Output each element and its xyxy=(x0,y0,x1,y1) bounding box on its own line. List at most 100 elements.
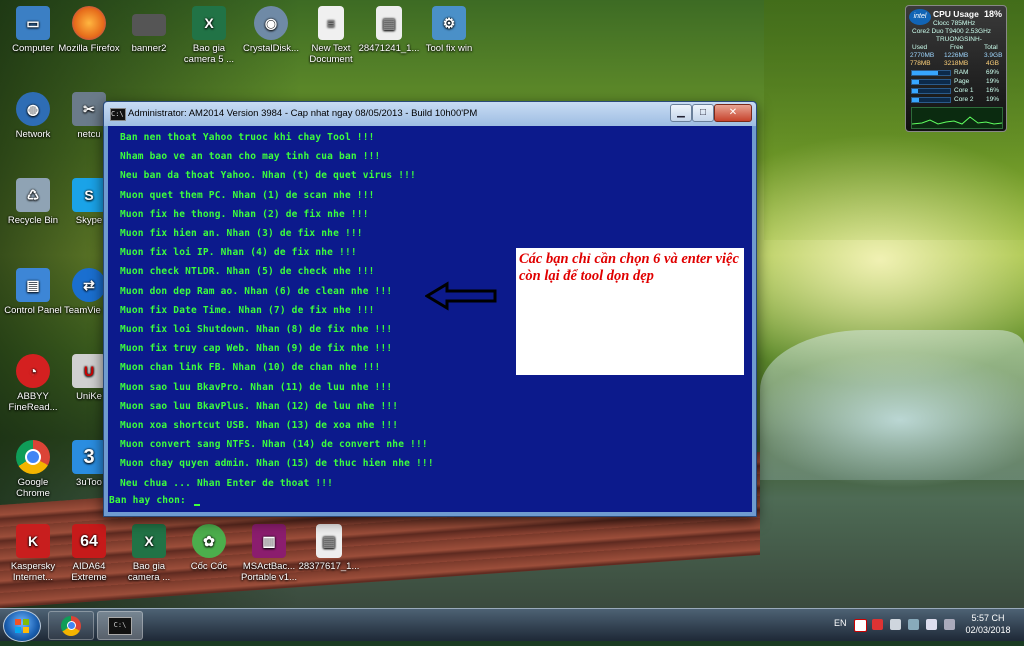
cpu-usage-gadget[interactable]: intel CPU Usage 18% Clocc 785MHz Core2 D… xyxy=(905,5,1007,132)
computer-icon: ▭ xyxy=(16,6,50,40)
firefox-icon xyxy=(72,6,106,40)
taskbar-console-button[interactable]: C:\ xyxy=(97,611,143,640)
desktop-icon-bao-gia-camera-5[interactable]: X Bao gia camera 5 ... xyxy=(176,6,242,65)
desktop-icon-aida64[interactable]: 64 AIDA64 Extreme xyxy=(56,524,122,583)
icon-label: Mozilla Firefox xyxy=(58,43,120,54)
desktop-icon-bao-gia-camera[interactable]: X Bao gia camera ... xyxy=(116,524,182,583)
crystaldisk-icon: ◉ xyxy=(254,6,288,40)
console-line: Muon fix he thong. Nhan (2) de fix nhe !… xyxy=(120,208,369,220)
console-prompt-text: Ban hay chon: xyxy=(109,494,192,506)
minimize-button[interactable]: ▁ xyxy=(670,104,692,122)
network-tray-icon[interactable] xyxy=(908,619,919,630)
core2-meter-value: 19% xyxy=(986,96,1000,103)
desktop-icon-coccoc[interactable]: ✿ Cốc Cốc xyxy=(176,524,242,572)
ram-free: 1226MB xyxy=(944,52,969,59)
ram-meter xyxy=(911,70,951,76)
console-line: Muon chay quyen admin. Nhan (15) de thuc… xyxy=(120,458,434,470)
desktop-icon-tool-fix-win[interactable]: ⚙ Tool fix win xyxy=(416,6,482,54)
icon-label: Tool fix win xyxy=(425,43,473,54)
console-prompt[interactable]: Ban hay chon: xyxy=(109,495,200,506)
desktop: ▭ Computer ◍ Network ♺ Recycle Bin ▤ Con… xyxy=(0,0,1024,608)
console-line: Muon fix loi IP. Nhan (4) de fix nhe !!! xyxy=(120,247,357,259)
desktop-icon-banner2[interactable]: banner2 xyxy=(116,6,182,54)
flag-tray-icon[interactable] xyxy=(944,619,955,630)
start-button[interactable] xyxy=(3,610,41,642)
speaker-tray-icon[interactable] xyxy=(926,619,937,630)
desktop-icon-28377617[interactable]: ▦ 28377617_1... xyxy=(296,524,362,572)
clock-date: 02/03/2018 xyxy=(965,625,1011,635)
core2-meter xyxy=(911,97,951,103)
console-line: Muon xoa shortcut USB. Nhan (13) de xoa … xyxy=(120,420,399,431)
console-line: Muon convert sang NTFS. Nhan (14) de con… xyxy=(120,439,428,451)
kaspersky-icon: K xyxy=(16,524,50,558)
icon-label: New Text Document xyxy=(309,43,353,65)
console-line: Muon fix hien an. Nhan (3) de fix nhe !!… xyxy=(120,228,363,239)
network-icon: ◍ xyxy=(16,92,50,126)
chrome-icon xyxy=(16,440,50,474)
page-free: 3218MB xyxy=(944,60,969,67)
language-indicator[interactable]: EN xyxy=(834,618,847,628)
console-titlebar[interactable]: C:\ Administrator: AM2014 Version 3984 -… xyxy=(104,102,756,126)
icon-label: Cốc Cốc xyxy=(190,561,228,572)
core1-meter-value: 16% xyxy=(986,87,1000,94)
desktop-icon-28471241[interactable]: ▦ 28471241_1... xyxy=(356,6,422,54)
console-line: Muon chan link FB. Nhan (10) de chan nhe… xyxy=(120,362,381,374)
close-button[interactable]: ✕ xyxy=(714,104,752,122)
control-panel-icon: ▤ xyxy=(16,268,50,302)
console-line: Muon sao luu BkavPlus. Nhan (12) de luu … xyxy=(120,400,399,412)
annotation-note: Các bạn chỉ cần chọn 6 và enter việc còn… xyxy=(516,248,744,375)
cpu-usage-value: 18% xyxy=(983,9,1002,19)
core1-meter xyxy=(911,88,951,94)
cmd-icon: C:\ xyxy=(110,108,126,121)
ram-used: 2770MB xyxy=(910,52,935,59)
maximize-button[interactable]: □ xyxy=(692,104,714,122)
desktop-icon-firefox[interactable]: Mozilla Firefox xyxy=(56,6,122,54)
coccoc-icon: ✿ xyxy=(192,524,226,558)
page-meter-label: Page xyxy=(954,78,970,85)
winrar-icon: ▥ xyxy=(252,524,286,558)
page-used: 778MB xyxy=(910,60,931,67)
console-line: Neu chua ... Nhan Enter de thoat !!! xyxy=(120,477,334,489)
desktop-icon-crystaldisk[interactable]: ◉ CrystalDisk... xyxy=(238,6,304,54)
desktop-icon-new-text-document[interactable]: ≡ New Text Document xyxy=(298,6,364,65)
arrow-annotation-icon xyxy=(425,281,497,311)
excel-icon: X xyxy=(132,524,166,558)
cpu-history-graph xyxy=(911,107,1003,129)
console-title: Administrator: AM2014 Version 3984 - Cap… xyxy=(128,108,478,119)
clock[interactable]: 5:57 CH 02/03/2018 xyxy=(960,612,1016,636)
icon-label: banner2 xyxy=(131,43,167,54)
abbyy-icon: ◔ xyxy=(16,354,50,388)
core2-meter-label: Core 2 xyxy=(954,96,974,103)
cmd-icon: C:\ xyxy=(108,616,132,635)
icon-label: 28377617_1... xyxy=(298,561,360,572)
mem-header-free: Free xyxy=(950,44,964,51)
tool-tray-icon[interactable] xyxy=(890,619,901,630)
console-line: Nham bao ve an toan cho may tinh cua ban… xyxy=(120,151,381,163)
mem-header-total: Total xyxy=(984,44,998,51)
tool-icon: ⚙ xyxy=(432,6,466,40)
windows-logo-icon xyxy=(15,619,29,633)
recycle-bin-icon: ♺ xyxy=(16,178,50,212)
wallpaper-river xyxy=(760,330,1024,480)
image-file-icon: ▦ xyxy=(376,6,402,40)
skype-icon: S xyxy=(72,178,106,212)
icon-label: Bao gia camera ... xyxy=(127,561,171,583)
page-meter xyxy=(911,79,951,85)
icon-label: AIDA64 Extreme xyxy=(71,561,107,583)
taskbar-chrome-button[interactable] xyxy=(48,611,94,640)
page-meter-value: 19% xyxy=(986,78,1000,85)
taskbar: C:\ EN 5:57 CH 02/03/2018 xyxy=(0,608,1024,642)
shortcut-icon: ✂ xyxy=(72,92,106,126)
unikey-icon: U xyxy=(72,354,106,388)
desktop-icon-msactbackup[interactable]: ▥ MSActBac... Portable v1... xyxy=(236,524,302,583)
console-line: Muon fix Date Time. Nhan (7) de fix nhe … xyxy=(120,304,375,316)
3utools-icon: 3 xyxy=(72,440,106,474)
image-file-icon xyxy=(132,14,166,36)
security-tray-icon[interactable] xyxy=(872,619,883,630)
icon-label: 28471241_1... xyxy=(358,43,420,54)
console-line: Ban nen thoat Yahoo truoc khi chay Tool … xyxy=(120,132,375,143)
gadget-title: CPU Usage xyxy=(933,9,979,19)
text-cursor xyxy=(193,503,200,506)
unikey-tray-icon[interactable] xyxy=(854,619,867,632)
annotation-text: Các bạn chỉ cần chọn 6 và enter việc còn… xyxy=(519,251,739,284)
